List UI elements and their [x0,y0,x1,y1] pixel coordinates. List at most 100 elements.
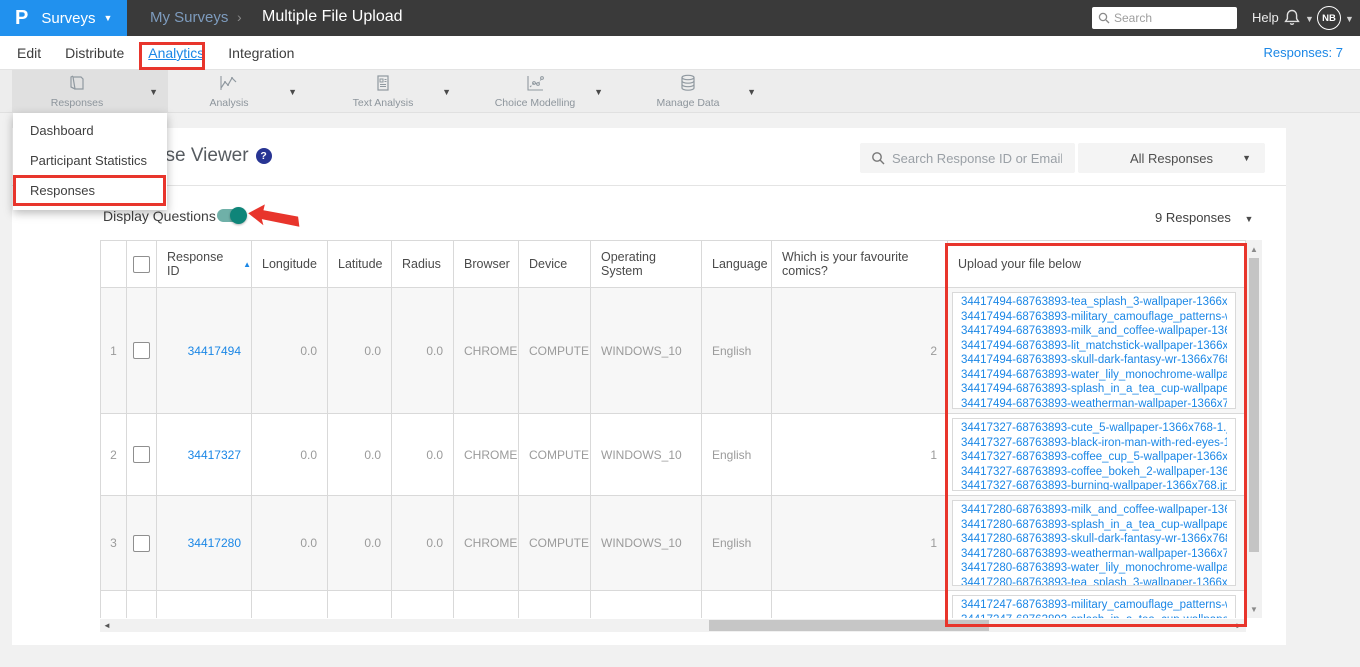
cell-radius: 0.0 [392,414,454,496]
cell-value[interactable]: 34417327 [188,448,241,462]
toolbar-item-text-analysis[interactable]: Text Analysis ▼ [331,70,461,113]
responses-page-label: 9 Responses [1155,210,1231,225]
menu-item-participant-statistics[interactable]: Participant Statistics [13,146,167,176]
cell-browser: CHROME [454,414,519,496]
vertical-scroll-thumb[interactable] [1249,258,1259,552]
cell-value[interactable]: 34417280 [188,536,241,550]
uploaded-file-link[interactable]: 34417494-68763893-military_camouflage_pa… [961,310,1227,325]
column-header-radius[interactable]: Radius [392,241,454,288]
scroll-up-icon[interactable]: ▲ [1246,242,1262,256]
column-header-browser[interactable]: Browser [454,241,519,288]
column-header-language[interactable]: Language [702,241,772,288]
scroll-down-icon[interactable]: ▼ [1246,602,1262,616]
uploaded-file-link[interactable]: 34417494-68763893-weatherman-wallpaper-1… [961,397,1227,409]
uploaded-files-panel: 34417494-68763893-tea_splash_3-wallpaper… [952,292,1236,409]
cell-os [591,591,702,618]
uploaded-file-link[interactable]: 34417280-68763893-water_lily_monochrome-… [961,561,1227,576]
cell-device: COMPUTER [519,496,591,591]
row-checkbox[interactable] [133,342,150,359]
choice-modelling-icon [483,73,587,93]
uploaded-file-link[interactable]: 34417280-68763893-milk_and_coffee-wallpa… [961,503,1227,518]
cell-value[interactable]: 34417494 [188,344,241,358]
toolbar-item-manage-data[interactable]: Manage Data ▼ [636,70,766,113]
chevron-down-icon[interactable]: ▼ [288,87,297,97]
cell-value: 0.0 [426,447,443,462]
scroll-right-icon[interactable]: ► [1232,619,1246,632]
uploaded-file-link[interactable]: 34417327-68763893-black-iron-man-with-re… [961,436,1227,451]
responses-page-dropdown[interactable]: 9 Responses ▼ [1155,210,1253,225]
table-vertical-scrollbar[interactable]: ▲ ▼ [1246,240,1262,618]
sort-ascending-icon[interactable]: ▲ [243,260,251,269]
display-questions-toggle[interactable] [217,207,247,224]
column-header-upload[interactable]: Upload your file below [948,241,1246,288]
global-search-input[interactable] [1114,11,1224,25]
uploaded-file-link[interactable]: 34417494-68763893-milk_and_coffee-wallpa… [961,324,1227,339]
help-link[interactable]: Help [1252,10,1279,25]
app-menu[interactable]: P Surveys ▼ [0,0,127,36]
response-filter-dropdown[interactable]: All Responses ▼ [1078,143,1265,173]
cell-browser [454,591,519,618]
chevron-down-icon[interactable]: ▼ [149,87,158,97]
uploaded-file-link[interactable]: 34417494-68763893-skull-dark-fantasy-wr-… [961,353,1227,368]
cell-comics: 1 [772,414,948,496]
global-search[interactable] [1092,7,1237,29]
row-checkbox[interactable] [133,446,150,463]
toolbar-item-choice-modelling[interactable]: Choice Modelling ▼ [483,70,613,113]
column-header-longitude[interactable]: Longitude [252,241,328,288]
avatar[interactable]: NB [1317,6,1341,30]
column-header-device[interactable]: Device [519,241,591,288]
scroll-left-icon[interactable]: ◄ [100,619,114,632]
chevron-down-icon[interactable]: ▼ [442,87,451,97]
responses-icon [12,73,142,93]
uploaded-file-link[interactable]: 34417280-68763893-skull-dark-fantasy-wr-… [961,532,1227,547]
text-analysis-icon [331,73,435,93]
toolbar-item-analysis[interactable]: Analysis ▼ [177,70,307,113]
column-header-os[interactable]: Operating System [591,241,702,288]
column-header-id[interactable]: Response ID ▲ [157,241,252,288]
response-search[interactable] [860,143,1075,173]
cell-value: WINDOWS_10 [601,536,682,550]
row-checkbox[interactable] [133,534,150,552]
select-all-checkbox[interactable] [133,255,150,273]
menu-item-responses[interactable]: Responses [13,176,167,206]
uploaded-file-link[interactable]: 34417327-68763893-coffee_bokeh_2-wallpap… [961,465,1227,480]
help-question-icon[interactable]: ? [255,148,272,164]
cell-device: COMPUTER [519,288,591,414]
cell-comics: 2 [772,288,948,414]
menu-item-dashboard[interactable]: Dashboard [13,116,167,146]
uploaded-file-link[interactable]: 34417327-68763893-coffee_cup_5-wallpaper… [961,450,1227,465]
uploaded-file-link[interactable]: 34417280-68763893-weatherman-wallpaper-1… [961,547,1227,562]
toggle-knob [230,207,247,224]
tab-analytics[interactable]: Analytics [148,45,204,61]
tab-edit[interactable]: Edit [17,45,41,61]
breadcrumb-my-surveys[interactable]: My Surveys [150,9,228,26]
column-header-comics[interactable]: Which is your favourite comics? [772,241,948,288]
uploaded-file-link[interactable]: 34417327-68763893-burning-wallpaper-1366… [961,479,1227,490]
uploaded-file-link[interactable]: 34417494-68763893-lit_matchstick-wallpap… [961,339,1227,354]
cell-value: COMPUTER [529,447,591,462]
response-search-input[interactable] [892,150,1062,166]
notifications-bell-icon[interactable] [1283,8,1301,33]
toolbar-item-responses[interactable]: Responses ▼ [12,70,168,113]
uploaded-files-panel: 34417280-68763893-milk_and_coffee-wallpa… [952,500,1236,586]
tab-integration[interactable]: Integration [228,45,294,61]
cell-longitude: 0.0 [252,496,328,591]
uploaded-file-link[interactable]: 34417247-68763893-military_camouflage_pa… [961,598,1227,613]
bell-chevron-down-icon[interactable]: ▼ [1305,14,1314,24]
uploaded-file-link[interactable]: 34417494-68763893-splash_in_a_tea_cup-wa… [961,382,1227,397]
uploaded-file-link[interactable]: 34417327-68763893-cute_5-wallpaper-1366x… [961,421,1227,436]
uploaded-file-link[interactable]: 34417494-68763893-water_lily_monochrome-… [961,368,1227,383]
avatar-chevron-down-icon[interactable]: ▼ [1345,14,1354,24]
chevron-down-icon[interactable]: ▼ [594,87,603,97]
horizontal-scroll-thumb[interactable] [709,620,989,631]
chevron-down-icon[interactable]: ▼ [747,87,756,97]
tab-distribute[interactable]: Distribute [65,45,124,61]
cell-value: 0.0 [364,447,381,462]
uploaded-file-link[interactable]: 34417280-68763893-splash_in_a_tea_cup-wa… [961,518,1227,533]
uploaded-file-link[interactable]: 34417280-68763893-tea_splash_3-wallpaper… [961,576,1227,586]
uploaded-file-link[interactable]: 34417247-68763893-splash_in_a_tea_cup-wa… [961,613,1227,619]
column-header-latitude[interactable]: Latitude [328,241,392,288]
cell-upload: 34417494-68763893-tea_splash_3-wallpaper… [948,288,1246,414]
table-horizontal-scrollbar[interactable]: ◄ ► [100,619,1246,632]
uploaded-file-link[interactable]: 34417494-68763893-tea_splash_3-wallpaper… [961,295,1227,310]
